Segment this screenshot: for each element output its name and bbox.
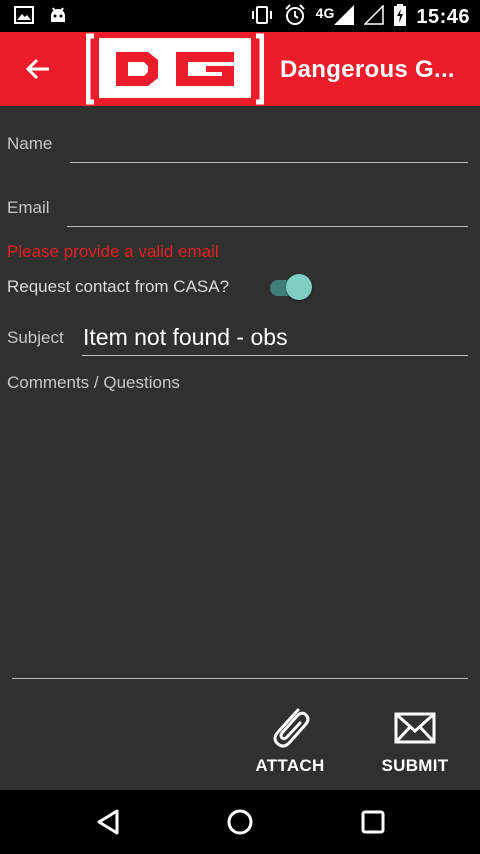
nav-back-button[interactable] bbox=[92, 806, 124, 838]
comments-placeholder: Comments / Questions bbox=[7, 373, 180, 392]
square-recents-icon bbox=[361, 810, 385, 834]
email-field[interactable] bbox=[67, 194, 468, 226]
app-bar: Dangerous G... bbox=[0, 32, 480, 106]
name-field[interactable] bbox=[70, 130, 468, 162]
email-label: Email bbox=[7, 198, 50, 217]
toggle-thumb bbox=[286, 274, 312, 300]
contact-toggle[interactable] bbox=[268, 274, 314, 300]
arrow-back-icon bbox=[25, 58, 49, 80]
system-icons: 4G 15:46 bbox=[250, 4, 470, 31]
envelope-icon bbox=[394, 712, 436, 744]
subject-label: Subject bbox=[7, 328, 64, 347]
signal-empty-icon bbox=[363, 4, 385, 30]
battery-charging-icon bbox=[394, 4, 407, 31]
status-bar: 4G 15:46 bbox=[0, 0, 480, 32]
attach-label: ATTACH bbox=[255, 756, 325, 775]
android-notification-icon bbox=[48, 6, 68, 29]
back-button[interactable] bbox=[18, 49, 58, 89]
notification-icons bbox=[14, 6, 68, 29]
attach-button[interactable]: ATTACH bbox=[252, 704, 328, 776]
triangle-back-icon bbox=[97, 809, 119, 835]
email-underline bbox=[67, 226, 468, 227]
paperclip-icon bbox=[273, 708, 310, 748]
nav-recents-button[interactable] bbox=[357, 806, 389, 838]
name-underline bbox=[70, 162, 468, 163]
nav-home-button[interactable] bbox=[224, 806, 256, 838]
name-label: Name bbox=[7, 134, 53, 153]
comments-field[interactable]: Comments / Questions bbox=[7, 373, 469, 678]
vibrate-icon bbox=[250, 5, 274, 30]
alarm-icon bbox=[284, 4, 306, 31]
subject-field[interactable]: Item not found - obs bbox=[83, 324, 288, 351]
screen: 4G 15:46 Dangerous G... Name Email Pleas… bbox=[0, 0, 480, 854]
dg-logo bbox=[85, 32, 265, 106]
status-time: 15:46 bbox=[416, 6, 470, 28]
subject-underline bbox=[82, 355, 468, 356]
comments-underline bbox=[12, 678, 468, 679]
submit-button[interactable]: SUBMIT bbox=[378, 704, 452, 776]
image-notification-icon bbox=[14, 6, 34, 29]
circle-home-icon bbox=[227, 809, 253, 835]
submit-label: SUBMIT bbox=[381, 756, 449, 775]
navigation-bar bbox=[0, 790, 480, 854]
signal-icon bbox=[334, 5, 355, 30]
contact-toggle-label: Request contact from CASA? bbox=[7, 277, 230, 296]
network-type: 4G bbox=[315, 5, 335, 21]
app-title: Dangerous G... bbox=[280, 56, 455, 83]
email-error-message: Please provide a valid email bbox=[7, 242, 219, 261]
